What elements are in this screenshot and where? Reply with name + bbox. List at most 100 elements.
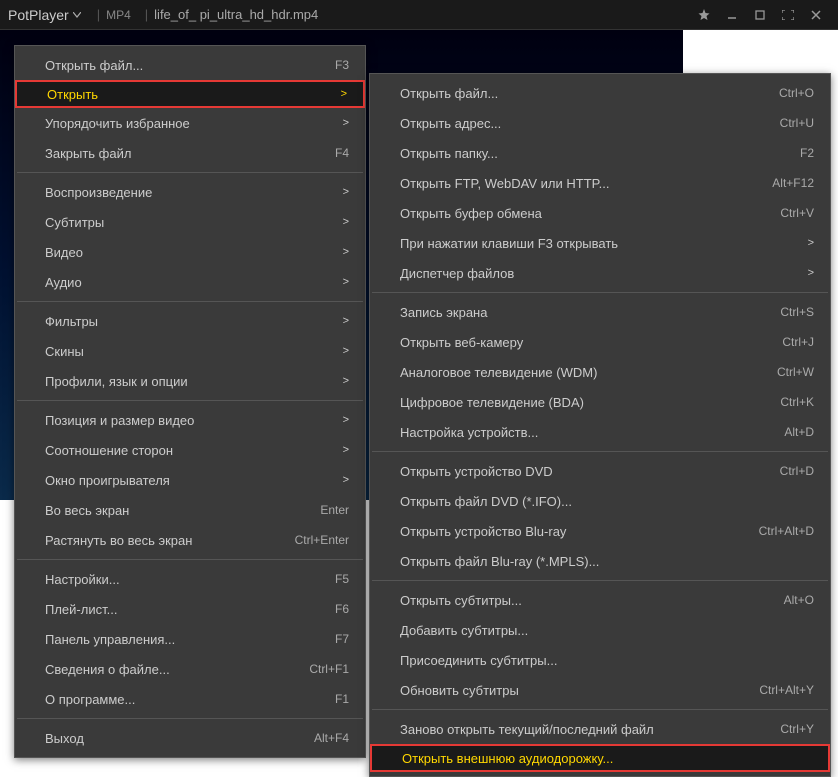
- menu-item[interactable]: Видео >: [15, 237, 365, 267]
- main-context-menu: Открыть файл... F3 Открыть > Упорядочить изб…: [14, 45, 366, 758]
- menu-item[interactable]: Воспроизведение>: [15, 177, 365, 207]
- open-submenu: Открыть файл...Ctrl+OОткрыть адрес...Ctr…: [369, 73, 831, 777]
- menu-item[interactable]: Позиция и размер видео>: [15, 405, 365, 435]
- menu-item[interactable]: Диспетчер файлов >: [370, 258, 830, 288]
- menu-item-label: Запись экрана: [400, 305, 768, 320]
- menu-separator: [17, 718, 363, 719]
- menu-item-label: Открыть файл...: [45, 58, 323, 73]
- menu-item-label: Открыть FTP, WebDAV или HTTP...: [400, 176, 760, 191]
- menu-item-label: Выход: [45, 731, 302, 746]
- menu-item-label: Фильтры: [45, 314, 331, 329]
- menu-item[interactable]: Открыть FTP, WebDAV или HTTP...Alt+F12: [370, 168, 830, 198]
- menu-separator: [372, 580, 828, 581]
- menu-item[interactable]: Профили, язык и опции>: [15, 366, 365, 396]
- menu-item-shortcut: F4: [335, 146, 349, 160]
- menu-item-label: Присоединить субтитры...: [400, 653, 814, 668]
- chevron-right-icon: >: [341, 88, 347, 100]
- menu-item[interactable]: Открыть субтитры...Alt+O: [370, 585, 830, 615]
- menu-item-shortcut: F3: [335, 58, 349, 72]
- format-badge: MP4: [106, 8, 131, 22]
- menu-item[interactable]: Скины>: [15, 336, 365, 366]
- menu-item[interactable]: Во весь экранEnter: [15, 495, 365, 525]
- menu-item-label: Диспетчер файлов: [400, 266, 796, 281]
- menu-item[interactable]: Выход Alt+F4: [15, 723, 365, 753]
- menu-separator: [372, 709, 828, 710]
- chevron-right-icon: >: [343, 186, 349, 198]
- menu-item-label: Панель управления...: [45, 632, 323, 647]
- menu-item-shortcut: Ctrl+J: [782, 335, 814, 349]
- menu-item[interactable]: Открыть адрес...Ctrl+U: [370, 108, 830, 138]
- menu-item[interactable]: При нажатии клавиши F3 открывать>: [370, 228, 830, 258]
- menu-item-label: Аудио: [45, 275, 331, 290]
- chevron-right-icon: >: [343, 315, 349, 327]
- menu-item[interactable]: Упорядочить избранное>: [15, 108, 365, 138]
- menu-item[interactable]: Открыть файл Blu-ray (*.MPLS)...: [370, 546, 830, 576]
- menu-item-shortcut: Ctrl+V: [780, 206, 814, 220]
- menu-item-label: Сведения о файле...: [45, 662, 297, 677]
- menu-item[interactable]: Открыть файл... F3: [15, 50, 365, 80]
- pin-icon[interactable]: [690, 1, 718, 29]
- menu-item-label: Обновить субтитры: [400, 683, 747, 698]
- menu-item-label: Открыть файл DVD (*.IFO)...: [400, 494, 814, 509]
- menu-item[interactable]: Открыть буфер обмена Ctrl+V: [370, 198, 830, 228]
- menu-item[interactable]: Открыть файл...Ctrl+O: [370, 78, 830, 108]
- menu-item[interactable]: Запись экранаCtrl+S: [370, 297, 830, 327]
- menu-item[interactable]: Обновить субтитрыCtrl+Alt+Y: [370, 675, 830, 705]
- minimize-icon[interactable]: [718, 1, 746, 29]
- menu-item[interactable]: Присоединить субтитры...: [370, 645, 830, 675]
- menu-item[interactable]: Окно проигрывателя>: [15, 465, 365, 495]
- menu-item-label: Открыть: [47, 87, 329, 102]
- menu-item[interactable]: Фильтры >: [15, 306, 365, 336]
- maximize-icon[interactable]: [746, 1, 774, 29]
- menu-item[interactable]: Закрыть файл F4: [15, 138, 365, 168]
- chevron-right-icon: >: [343, 246, 349, 258]
- menu-item-label: О программе...: [45, 692, 323, 707]
- menu-item-label: Настройки...: [45, 572, 323, 587]
- menu-item-label: Плей-лист...: [45, 602, 323, 617]
- menu-item[interactable]: Открыть файл DVD (*.IFO)...: [370, 486, 830, 516]
- menu-item-label: Открыть внешнюю аудиодорожку...: [402, 751, 812, 766]
- menu-item-label: Добавить субтитры...: [400, 623, 814, 638]
- menu-item-label: Закрыть файл: [45, 146, 323, 161]
- chevron-right-icon: >: [343, 444, 349, 456]
- window-controls: [690, 1, 830, 29]
- menu-item[interactable]: О программе...F1: [15, 684, 365, 714]
- separator: |: [97, 7, 100, 22]
- menu-item[interactable]: Сведения о файле... Ctrl+F1: [15, 654, 365, 684]
- menu-item[interactable]: Настройка устройств...Alt+D: [370, 417, 830, 447]
- menu-separator: [17, 400, 363, 401]
- chevron-right-icon: >: [808, 267, 814, 279]
- menu-separator: [17, 301, 363, 302]
- menu-item-label: Видео: [45, 245, 331, 260]
- menu-item[interactable]: Открыть устройство DVDCtrl+D: [370, 456, 830, 486]
- fullscreen-icon[interactable]: [774, 1, 802, 29]
- menu-item-shortcut: Ctrl+Alt+D: [759, 524, 814, 538]
- menu-item[interactable]: Аналоговое телевидение (WDM)Ctrl+W: [370, 357, 830, 387]
- menu-item[interactable]: Соотношение сторон>: [15, 435, 365, 465]
- menu-item[interactable]: Плей-лист...F6: [15, 594, 365, 624]
- chevron-down-icon[interactable]: [73, 12, 81, 18]
- menu-item-shortcut: Alt+D: [784, 425, 814, 439]
- menu-item-label: Открыть буфер обмена: [400, 206, 768, 221]
- menu-item[interactable]: Добавить субтитры...: [370, 615, 830, 645]
- app-name[interactable]: PotPlayer: [8, 7, 69, 23]
- menu-item[interactable]: Открыть >: [15, 80, 365, 108]
- menu-item[interactable]: Заново открыть текущий/последний файлCtr…: [370, 714, 830, 744]
- close-icon[interactable]: [802, 1, 830, 29]
- menu-separator: [372, 451, 828, 452]
- menu-item-label: Во весь экран: [45, 503, 308, 518]
- menu-item[interactable]: Настройки...F5: [15, 564, 365, 594]
- menu-item-shortcut: Alt+F4: [314, 731, 349, 745]
- chevron-right-icon: >: [343, 474, 349, 486]
- menu-item[interactable]: Открыть папку...F2: [370, 138, 830, 168]
- menu-item-shortcut: Ctrl+F1: [309, 662, 349, 676]
- menu-item[interactable]: Субтитры>: [15, 207, 365, 237]
- menu-item[interactable]: Цифровое телевидение (BDA)Ctrl+K: [370, 387, 830, 417]
- menu-item[interactable]: Открыть веб-камеруCtrl+J: [370, 327, 830, 357]
- menu-item[interactable]: Открыть устройство Blu-rayCtrl+Alt+D: [370, 516, 830, 546]
- menu-item[interactable]: Панель управления...F7: [15, 624, 365, 654]
- menu-item-label: Заново открыть текущий/последний файл: [400, 722, 768, 737]
- menu-item[interactable]: Растянуть во весь экранCtrl+Enter: [15, 525, 365, 555]
- menu-item[interactable]: Аудио>: [15, 267, 365, 297]
- menu-item-shortcut: Ctrl+K: [780, 395, 814, 409]
